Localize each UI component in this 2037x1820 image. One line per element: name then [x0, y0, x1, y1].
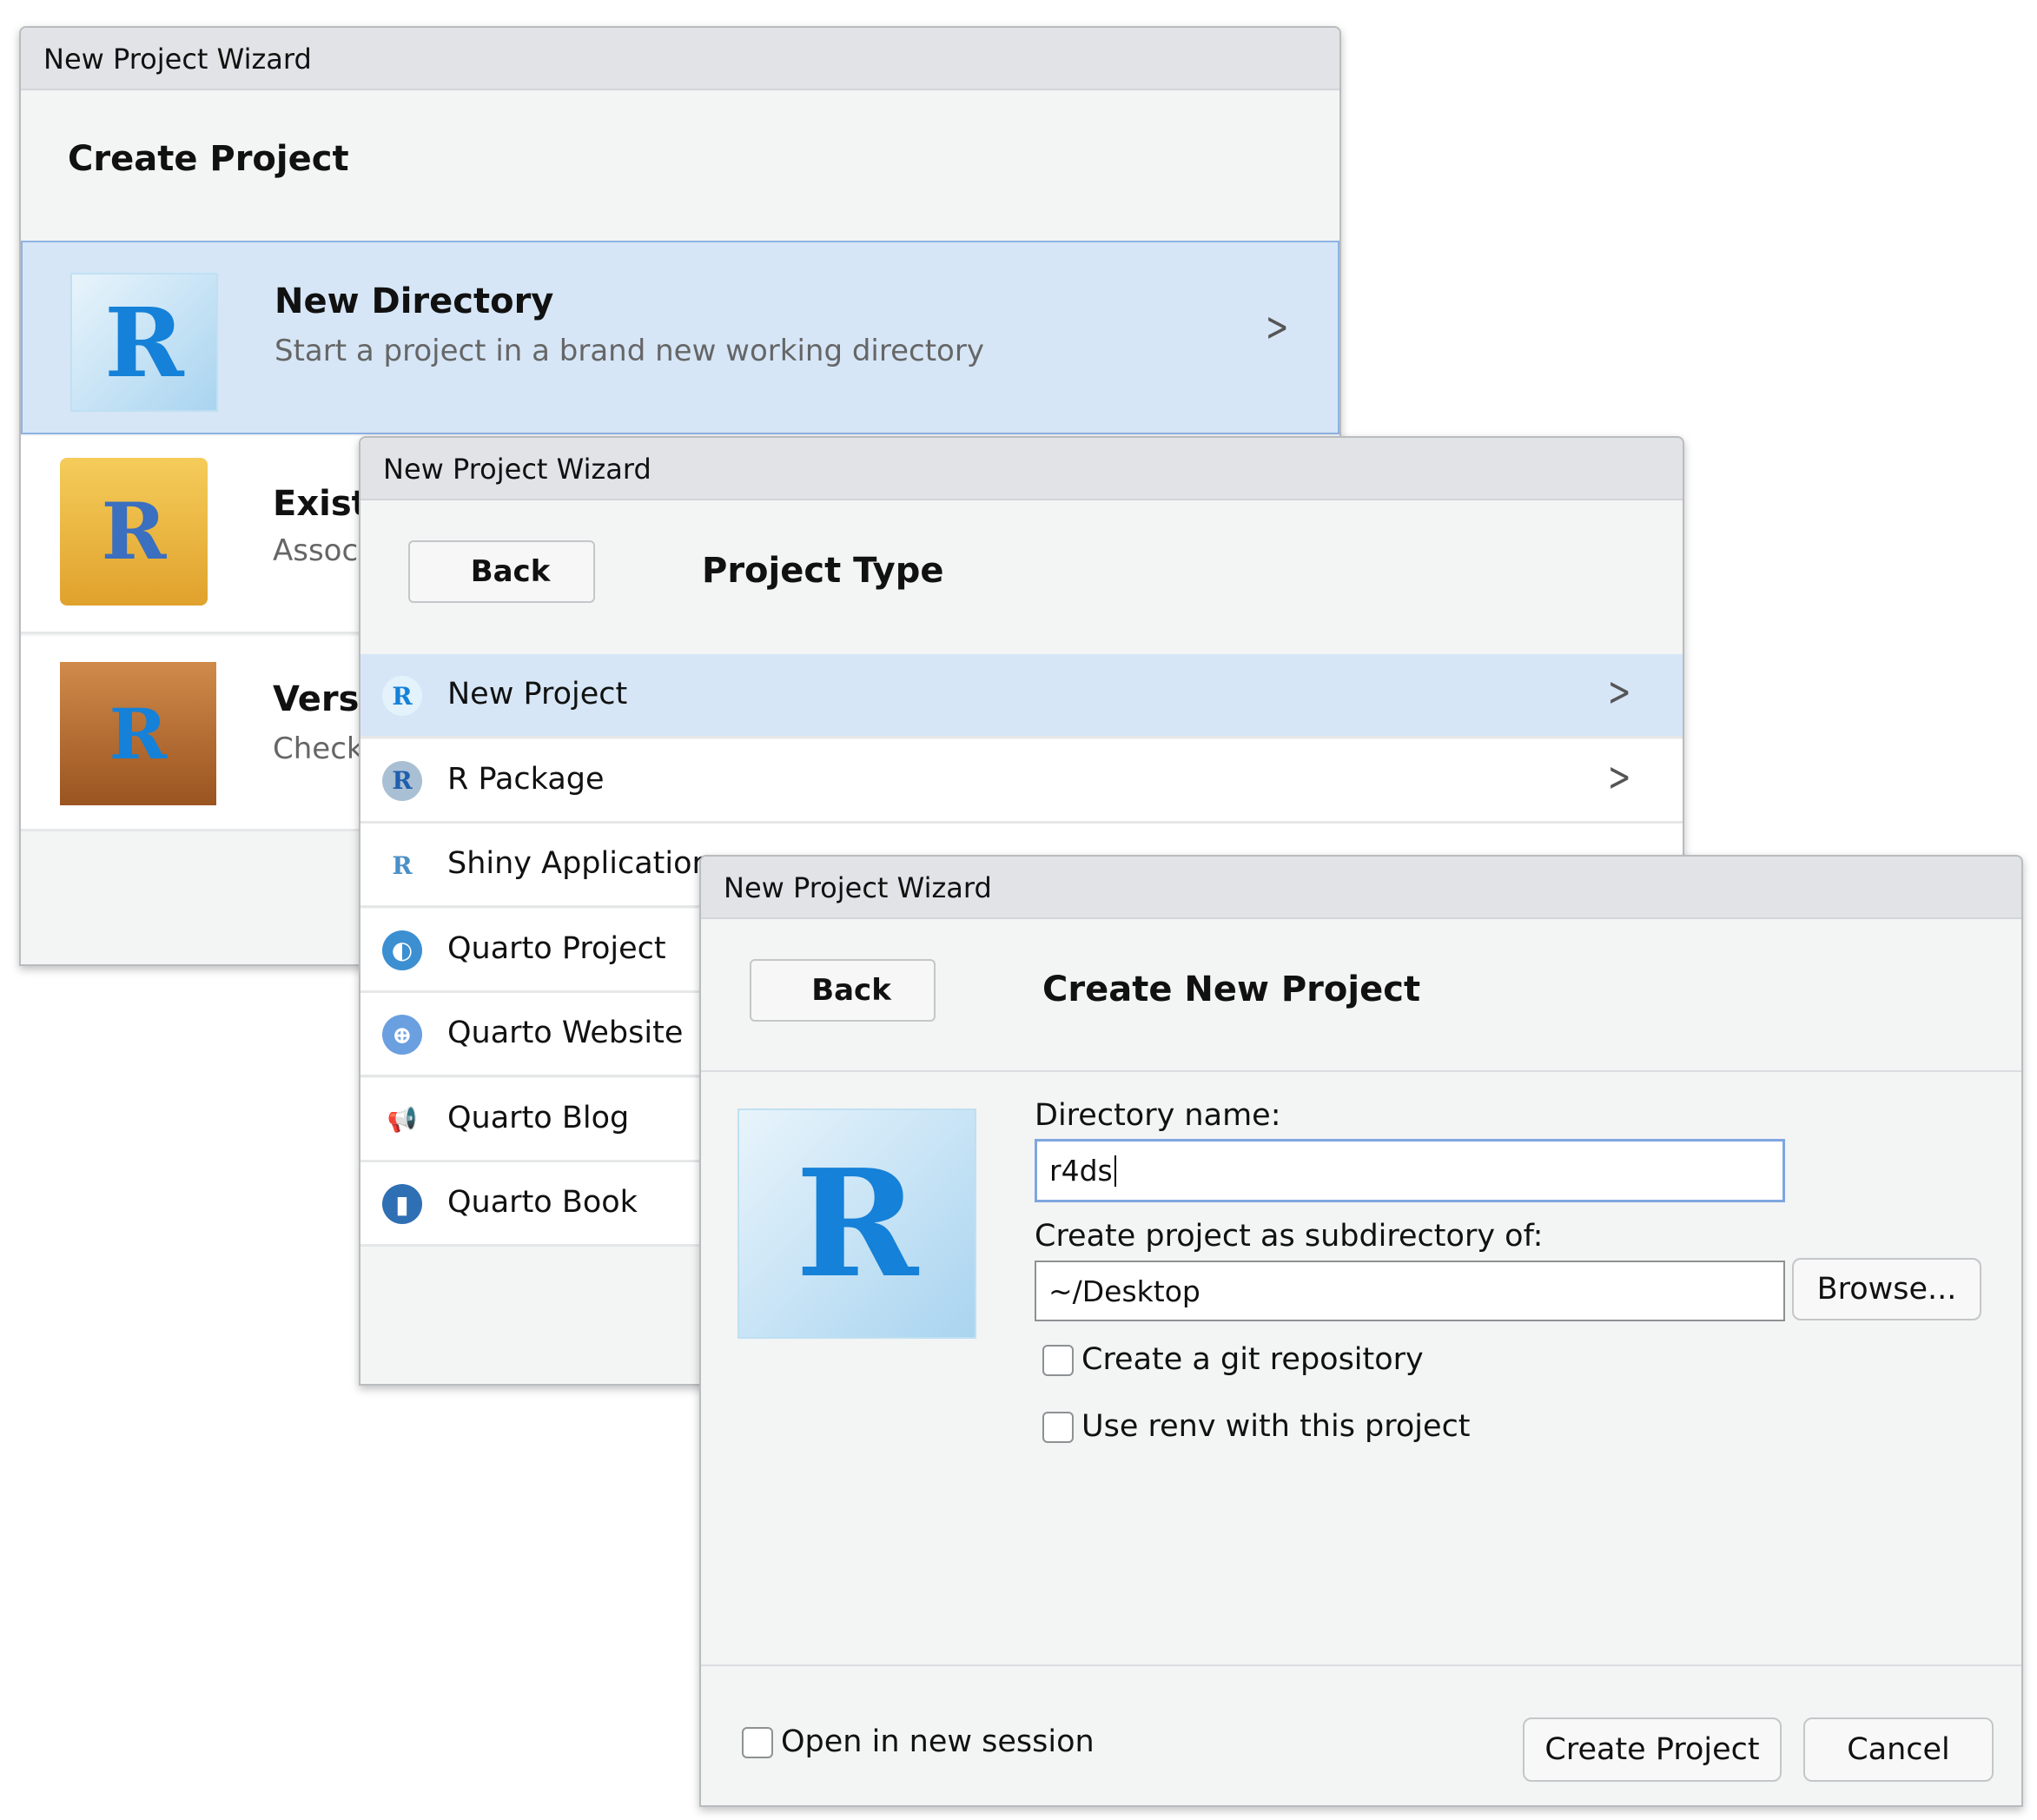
- box-r-icon: R: [60, 662, 216, 805]
- divider: [701, 1664, 2021, 1666]
- chevron-right-icon: >: [1607, 668, 1631, 715]
- page-title: Project Type: [702, 551, 944, 591]
- window-title: New Project Wizard: [360, 438, 1683, 500]
- project-type-item[interactable]: R New Project >: [360, 654, 1683, 738]
- new-session-label: Open in new session: [781, 1724, 1095, 1759]
- option-title: Exist: [273, 484, 368, 524]
- option-new-directory[interactable]: R New Directory Start a project in a bra…: [21, 241, 1339, 434]
- project-type-label: Quarto Website: [447, 1016, 684, 1050]
- subdirectory-input[interactable]: ~/Desktop: [1035, 1261, 1785, 1321]
- project-type-label: Quarto Project: [447, 930, 666, 966]
- project-type-label: New Project: [447, 677, 628, 711]
- chevron-right-icon: >: [1265, 303, 1289, 350]
- page-title: Create Project: [68, 139, 349, 179]
- git-checkbox[interactable]: [1042, 1345, 1074, 1376]
- window-title: New Project Wizard: [21, 28, 1339, 90]
- directory-name-label: Directory name:: [1035, 1098, 1281, 1133]
- option-title: New Directory: [274, 281, 554, 321]
- project-type-label: Quarto Book: [447, 1185, 638, 1220]
- create-project-button[interactable]: Create Project: [1523, 1717, 1782, 1782]
- folder-r-icon: R: [60, 458, 208, 606]
- divider: [701, 1070, 2021, 1072]
- chevron-right-icon: >: [1607, 752, 1631, 800]
- r-cube-icon: R: [382, 676, 422, 716]
- directory-name-value: r4ds: [1049, 1154, 1113, 1188]
- page-title: Create New Project: [1042, 970, 1421, 1009]
- window-title: New Project Wizard: [701, 857, 2021, 919]
- back-button[interactable]: Back: [750, 959, 936, 1022]
- wizard-window-create-new-project: New Project Wizard Back Create New Proje…: [699, 855, 2023, 1807]
- project-type-label: Shiny Application: [447, 846, 711, 881]
- option-title: Vers: [273, 679, 360, 719]
- quarto-icon: ◐: [382, 930, 422, 970]
- cancel-button[interactable]: Cancel: [1803, 1717, 1994, 1782]
- project-type-label: R Package: [447, 761, 605, 797]
- directory-name-input[interactable]: r4ds: [1035, 1139, 1785, 1202]
- option-subtitle: Check: [273, 731, 364, 766]
- browse-button[interactable]: Browse...: [1792, 1258, 1981, 1320]
- r-cube-icon: R: [70, 273, 218, 412]
- back-button[interactable]: Back: [408, 540, 595, 603]
- r-cube-icon: R: [737, 1109, 976, 1339]
- option-subtitle: Start a project in a brand new working d…: [274, 334, 984, 368]
- globe-icon: ⊕: [382, 1015, 422, 1055]
- megaphone-icon: 📢: [387, 1105, 418, 1134]
- book-icon: ▮: [382, 1184, 422, 1224]
- renv-checkbox[interactable]: [1042, 1412, 1074, 1443]
- project-type-item[interactable]: R R Package >: [360, 738, 1683, 824]
- renv-label: Use renv with this project: [1081, 1409, 1471, 1444]
- git-label: Create a git repository: [1081, 1342, 1424, 1377]
- r-package-icon: R: [382, 760, 422, 801]
- option-subtitle: Assoc: [273, 533, 359, 568]
- subdirectory-label: Create project as subdirectory of:: [1035, 1219, 1544, 1254]
- project-type-label: Quarto Blog: [447, 1100, 630, 1135]
- new-session-checkbox[interactable]: [742, 1727, 773, 1758]
- shiny-icon: R: [382, 845, 422, 885]
